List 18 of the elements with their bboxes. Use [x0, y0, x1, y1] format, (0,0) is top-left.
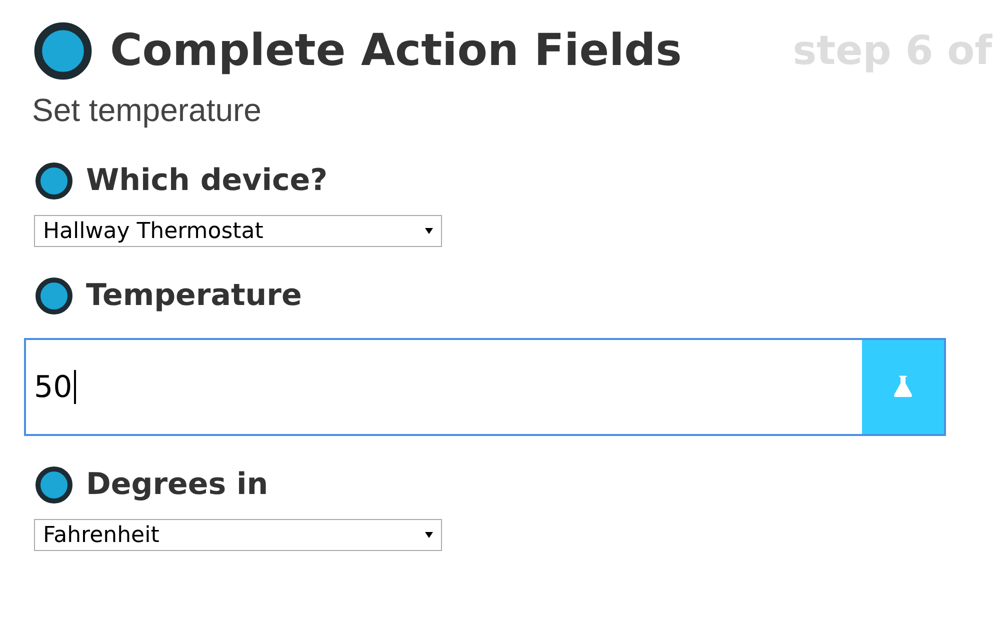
bullet-icon	[34, 464, 74, 504]
caret-icon	[425, 228, 433, 234]
page-title: Complete Action Fields	[110, 24, 682, 78]
caret-icon	[425, 532, 433, 538]
bullet-icon	[34, 160, 74, 200]
field-label: Degrees in	[86, 466, 268, 504]
field-label: Temperature	[86, 277, 302, 315]
dropdown-value: Hallway Thermostat	[43, 218, 264, 246]
bullet-icon	[34, 276, 74, 316]
dropdown-value: Fahrenheit	[43, 522, 160, 550]
temperature-field[interactable]: 50	[24, 338, 946, 436]
bullet-icon	[32, 20, 94, 82]
action-subtitle: Set temperature	[32, 91, 262, 130]
field-value: 50	[34, 368, 72, 406]
dropdown[interactable]: Fahrenheit	[34, 519, 442, 551]
field-label: Which device?	[86, 162, 328, 200]
test-button[interactable]	[862, 340, 944, 434]
dropdown[interactable]: Hallway Thermostat	[34, 215, 442, 247]
